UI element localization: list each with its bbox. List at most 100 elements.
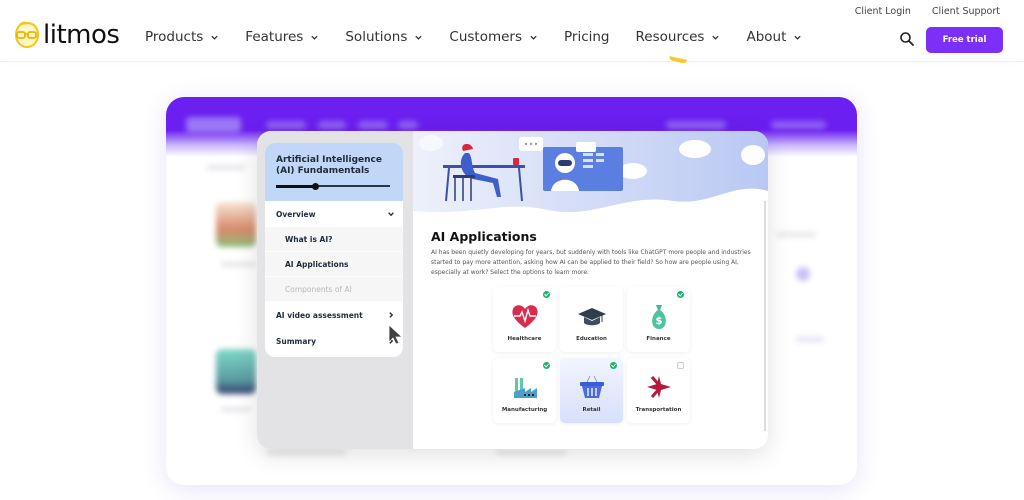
lesson-content: AI Applications AI has been quietly deve… <box>413 131 768 449</box>
application-tiles: Healthcare Education $ Finance Manufactu… <box>493 287 690 423</box>
chevron-right-icon <box>389 312 394 318</box>
tile-education[interactable]: Education <box>560 287 623 352</box>
outline-item-what-is-ai[interactable]: What is AI? <box>265 227 403 252</box>
lesson-body: AI has been quietly developing for years… <box>431 249 751 276</box>
chevron-down-icon <box>388 212 394 217</box>
course-header: Artificial Intelligence (AI) Fundamental… <box>265 143 403 201</box>
nav-label: Pricing <box>564 29 610 45</box>
blurred-text <box>206 165 246 170</box>
blurred-nav-item <box>398 121 418 129</box>
tile-label: Finance <box>646 336 671 342</box>
shopping-basket-icon <box>579 375 604 398</box>
nav-label: Customers <box>449 29 522 45</box>
blurred-nav-item <box>666 121 726 129</box>
outline-item-ai-applications[interactable]: AI Applications <box>265 252 403 277</box>
heart-pulse-icon <box>511 305 538 328</box>
blurred-text <box>496 450 566 455</box>
outline-section-overview[interactable]: Overview <box>265 201 403 227</box>
outline-label: What is AI? <box>285 234 333 244</box>
course-progress-bar <box>276 182 390 190</box>
main-nav: Products Features Solutions Customers Pr… <box>145 29 828 45</box>
graduation-cap-icon <box>577 308 606 326</box>
litmos-logo[interactable]: litmos <box>14 20 120 50</box>
airplane-icon <box>646 376 671 398</box>
outline-label: Components of AI <box>285 284 352 294</box>
blurred-text <box>221 262 256 267</box>
chevron-down-icon <box>794 35 802 40</box>
course-outline: Artificial Intelligence (AI) Fundamental… <box>265 143 403 357</box>
svg-text:$: $ <box>655 316 662 327</box>
blurred-text <box>776 232 816 237</box>
mouse-cursor-icon <box>388 324 404 345</box>
completed-check-icon <box>610 362 617 369</box>
chevron-down-icon <box>530 35 537 40</box>
blurred-nav-item <box>318 121 346 129</box>
brand-name: litmos <box>43 20 120 50</box>
free-trial-button[interactable]: Free trial <box>926 27 1003 53</box>
tile-label: Education <box>576 336 607 342</box>
client-support-link[interactable]: Client Support <box>932 6 1000 17</box>
nav-products[interactable]: Products <box>145 29 219 45</box>
client-login-link[interactable]: Client Login <box>855 6 911 17</box>
blurred-thumbnail <box>216 202 256 247</box>
chevron-down-icon <box>211 35 218 40</box>
money-bag-icon: $ <box>651 305 666 329</box>
tile-label: Healthcare <box>507 336 542 342</box>
search-icon[interactable] <box>899 31 915 47</box>
blurred-text <box>221 407 251 412</box>
nav-customers[interactable]: Customers <box>449 29 538 45</box>
factory-icon <box>513 378 537 398</box>
nav-solutions[interactable]: Solutions <box>345 29 423 45</box>
outline-label: Summary <box>276 336 317 346</box>
nav-pricing[interactable]: Pricing <box>564 29 610 45</box>
utility-links: Client Login Client Support <box>834 6 1000 17</box>
nav-resources[interactable]: Resources <box>636 29 721 45</box>
outline-label: AI video assessment <box>276 310 363 320</box>
progress-fill <box>276 184 316 188</box>
nav-label: Solutions <box>345 29 408 45</box>
tile-finance[interactable]: $ Finance <box>627 287 690 352</box>
tile-label: Manufacturing <box>501 407 548 413</box>
outline-label: Overview <box>276 209 316 219</box>
nav-features[interactable]: Features <box>245 29 319 45</box>
blurred-text <box>796 337 824 342</box>
ai-illustration <box>413 131 768 213</box>
nav-about[interactable]: About <box>746 29 802 45</box>
decorative-accent <box>668 56 688 64</box>
chevron-down-icon <box>311 35 319 40</box>
pending-status-icon <box>677 362 684 369</box>
completed-check-icon <box>677 291 684 298</box>
nav-label: Features <box>245 29 304 45</box>
tile-label: Retail <box>582 407 601 413</box>
blurred-avatar <box>796 267 810 281</box>
tile-manufacturing[interactable]: Manufacturing <box>493 358 556 423</box>
blurred-thumbnail <box>216 349 256 394</box>
outline-section-ai-video-assessment[interactable]: AI video assessment <box>265 302 403 328</box>
course-player-card: Artificial Intelligence (AI) Fundamental… <box>257 131 768 449</box>
outline-label: AI Applications <box>285 259 349 269</box>
site-header: litmos Products Features Solutions Custo… <box>0 0 1024 64</box>
tile-retail[interactable]: Retail <box>560 358 623 423</box>
blurred-nav-item <box>358 121 388 129</box>
chevron-down-icon <box>415 35 423 40</box>
tile-transportation[interactable]: Transportation <box>627 358 690 423</box>
blurred-text <box>266 450 346 455</box>
tile-label: Transportation <box>635 407 682 413</box>
outline-section-summary[interactable]: Summary <box>265 328 403 354</box>
course-sidebar: Artificial Intelligence (AI) Fundamental… <box>257 131 413 449</box>
blurred-nav-item <box>266 121 306 129</box>
completed-check-icon <box>543 362 550 369</box>
blurred-nav-item <box>771 121 826 129</box>
course-title: Artificial Intelligence (AI) Fundamental… <box>276 155 382 176</box>
completed-check-icon <box>543 291 550 298</box>
tile-healthcare[interactable]: Healthcare <box>493 287 556 352</box>
chevron-down-icon <box>712 35 720 40</box>
blurred-logo <box>186 117 241 133</box>
content-scrollbar[interactable] <box>764 201 766 431</box>
progress-knob <box>312 182 320 190</box>
nav-label: About <box>746 29 787 45</box>
lesson-title: AI Applications <box>431 229 537 244</box>
nav-label: Resources <box>635 29 705 45</box>
nav-label: Products <box>145 29 204 45</box>
outline-item-components-of-ai[interactable]: Components of AI <box>265 277 403 302</box>
